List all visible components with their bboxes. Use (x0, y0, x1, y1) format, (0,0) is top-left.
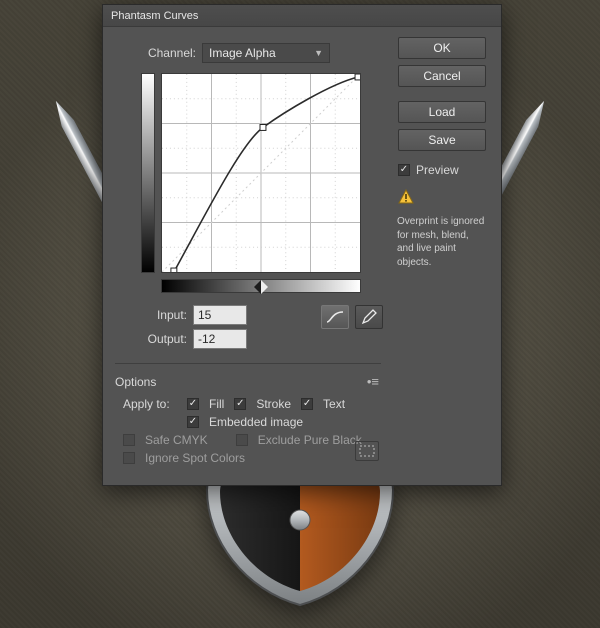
stroke-checkbox[interactable] (234, 398, 246, 410)
fill-checkbox[interactable] (187, 398, 199, 410)
apply-to-label: Apply to: (123, 397, 177, 411)
text-label: Text (323, 397, 345, 411)
curve-mode-button[interactable] (321, 305, 349, 329)
overprint-note: Overprint is ignored for mesh, blend, an… (397, 215, 487, 269)
output-label: Output: (115, 332, 187, 346)
channel-label: Channel: (141, 46, 196, 60)
input-label: Input: (115, 308, 187, 322)
save-label: Save (428, 133, 455, 147)
dialog-titlebar[interactable]: Phantasm Curves (103, 5, 501, 27)
curves-graph[interactable] (161, 73, 361, 273)
fill-label: Fill (209, 397, 224, 411)
ok-button[interactable]: OK (398, 37, 486, 59)
safe-cmyk-checkbox (123, 434, 135, 446)
channel-select[interactable]: Image Alpha ▼ (202, 43, 330, 63)
phantasm-curves-dialog: Phantasm Curves Channel: Image Alpha ▼ (102, 4, 502, 486)
load-label: Load (429, 105, 456, 119)
text-checkbox[interactable] (301, 398, 313, 410)
stroke-label: Stroke (256, 397, 291, 411)
options-heading: Options (115, 375, 156, 389)
exclude-black-checkbox (236, 434, 248, 446)
cancel-label: Cancel (423, 69, 460, 83)
output-value-field[interactable] (193, 329, 247, 349)
save-button[interactable]: Save (398, 129, 486, 151)
expand-icon[interactable] (355, 441, 379, 461)
horizontal-gradient[interactable] (161, 279, 361, 293)
ignore-spot-label: Ignore Spot Colors (145, 451, 245, 465)
dialog-title: Phantasm Curves (111, 10, 198, 22)
gradient-midpoint-handle[interactable] (254, 280, 268, 294)
cancel-button[interactable]: Cancel (398, 65, 486, 87)
vertical-gradient (141, 73, 155, 273)
pencil-mode-button[interactable] (355, 305, 383, 329)
safe-cmyk-label: Safe CMYK (145, 433, 208, 447)
pencil-mode-icon (361, 309, 377, 325)
embedded-label: Embedded image (209, 415, 303, 429)
chevron-down-icon: ▼ (314, 48, 323, 58)
input-value-field[interactable] (193, 305, 247, 325)
ok-label: OK (433, 41, 450, 55)
preview-checkbox[interactable] (398, 164, 410, 176)
warning-icon (398, 189, 486, 205)
options-menu-icon[interactable]: •≡ (363, 372, 383, 391)
preview-label: Preview (416, 163, 459, 177)
embedded-checkbox[interactable] (187, 416, 199, 428)
exclude-black-label: Exclude Pure Black (258, 433, 362, 447)
channel-select-value: Image Alpha (209, 46, 276, 60)
curve-mode-icon (326, 310, 344, 324)
load-button[interactable]: Load (398, 101, 486, 123)
ignore-spot-checkbox (123, 452, 135, 464)
